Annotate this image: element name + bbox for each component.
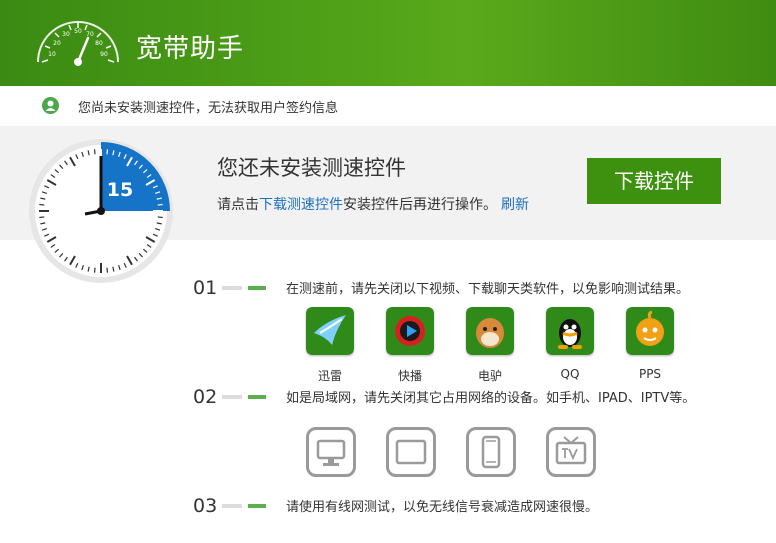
step-text: 如是局域网，请先关闭其它占用网络的设备。如手机、IPAD、IPTV等。 (286, 391, 696, 406)
step-text: 请使用有线网测试，以免无线信号衰减造成网速很慢。 (286, 500, 599, 515)
app-title: 宽带助手 (136, 34, 245, 64)
monitor-icon (306, 427, 356, 477)
xunlei-icon (306, 307, 354, 355)
app-label: 迅雷 (317, 369, 342, 383)
gauge-label: 10 (48, 51, 56, 58)
app-header: 10 20 30 50 70 80 90 宽带助手 (0, 0, 776, 86)
gauge-label: 50 (74, 28, 82, 35)
download-plugin-button[interactable]: 下载控件 (587, 158, 721, 204)
gauge-label: 20 (53, 40, 61, 47)
qq-icon (546, 307, 594, 355)
gauge-label: 90 (100, 51, 108, 58)
step-number: 03 (193, 495, 218, 517)
clock-icon: 15 (29, 139, 173, 283)
refresh-link[interactable]: 刷新 (501, 197, 529, 213)
app-label: 快播 (397, 369, 422, 383)
tv-icon (546, 427, 596, 477)
app-item-kuaibo: 快播 (386, 307, 434, 384)
app-item-qq: QQ (546, 307, 594, 381)
instr-prefix: 请点击 (217, 197, 259, 213)
app-item-dianlv: 电驴 (466, 307, 514, 384)
pps-icon (626, 307, 674, 355)
clock-value: 15 (107, 179, 133, 201)
user-icon (42, 97, 59, 114)
instr-suffix: 安装控件后再进行操作。 (343, 197, 497, 213)
notice-text: 您尚未安装测速控件，无法获取用户签约信息 (78, 101, 339, 116)
step-text: 在测速前，请先关闭以下视频、下载聊天类软件，以免影响测试结果。 (286, 282, 690, 297)
kuaibo-icon (386, 307, 434, 355)
gauge-label: 30 (62, 31, 70, 38)
app-label: 电驴 (477, 369, 502, 383)
tablet-icon (386, 427, 436, 477)
dianlv-icon (466, 307, 514, 355)
app-item-pps: PPS (626, 307, 674, 381)
speedometer-icon: 10 20 30 50 70 80 90 (37, 21, 119, 66)
install-instructions: 请点击下载测速控件安装控件后再进行操作。 刷新 (217, 194, 529, 214)
download-plugin-link[interactable]: 下载测速控件 (259, 197, 343, 213)
phone-icon (466, 427, 516, 477)
app-label: QQ (560, 367, 580, 381)
gauge-label: 80 (95, 40, 103, 47)
step-number: 01 (193, 277, 218, 299)
step-number: 02 (193, 386, 218, 408)
notice-bar: 您尚未安装测速控件，无法获取用户签约信息 (0, 86, 776, 126)
app-item-xunlei: 迅雷 (306, 307, 354, 384)
install-heading: 您还未安装测速控件 (217, 156, 406, 180)
app-label: PPS (638, 367, 662, 381)
